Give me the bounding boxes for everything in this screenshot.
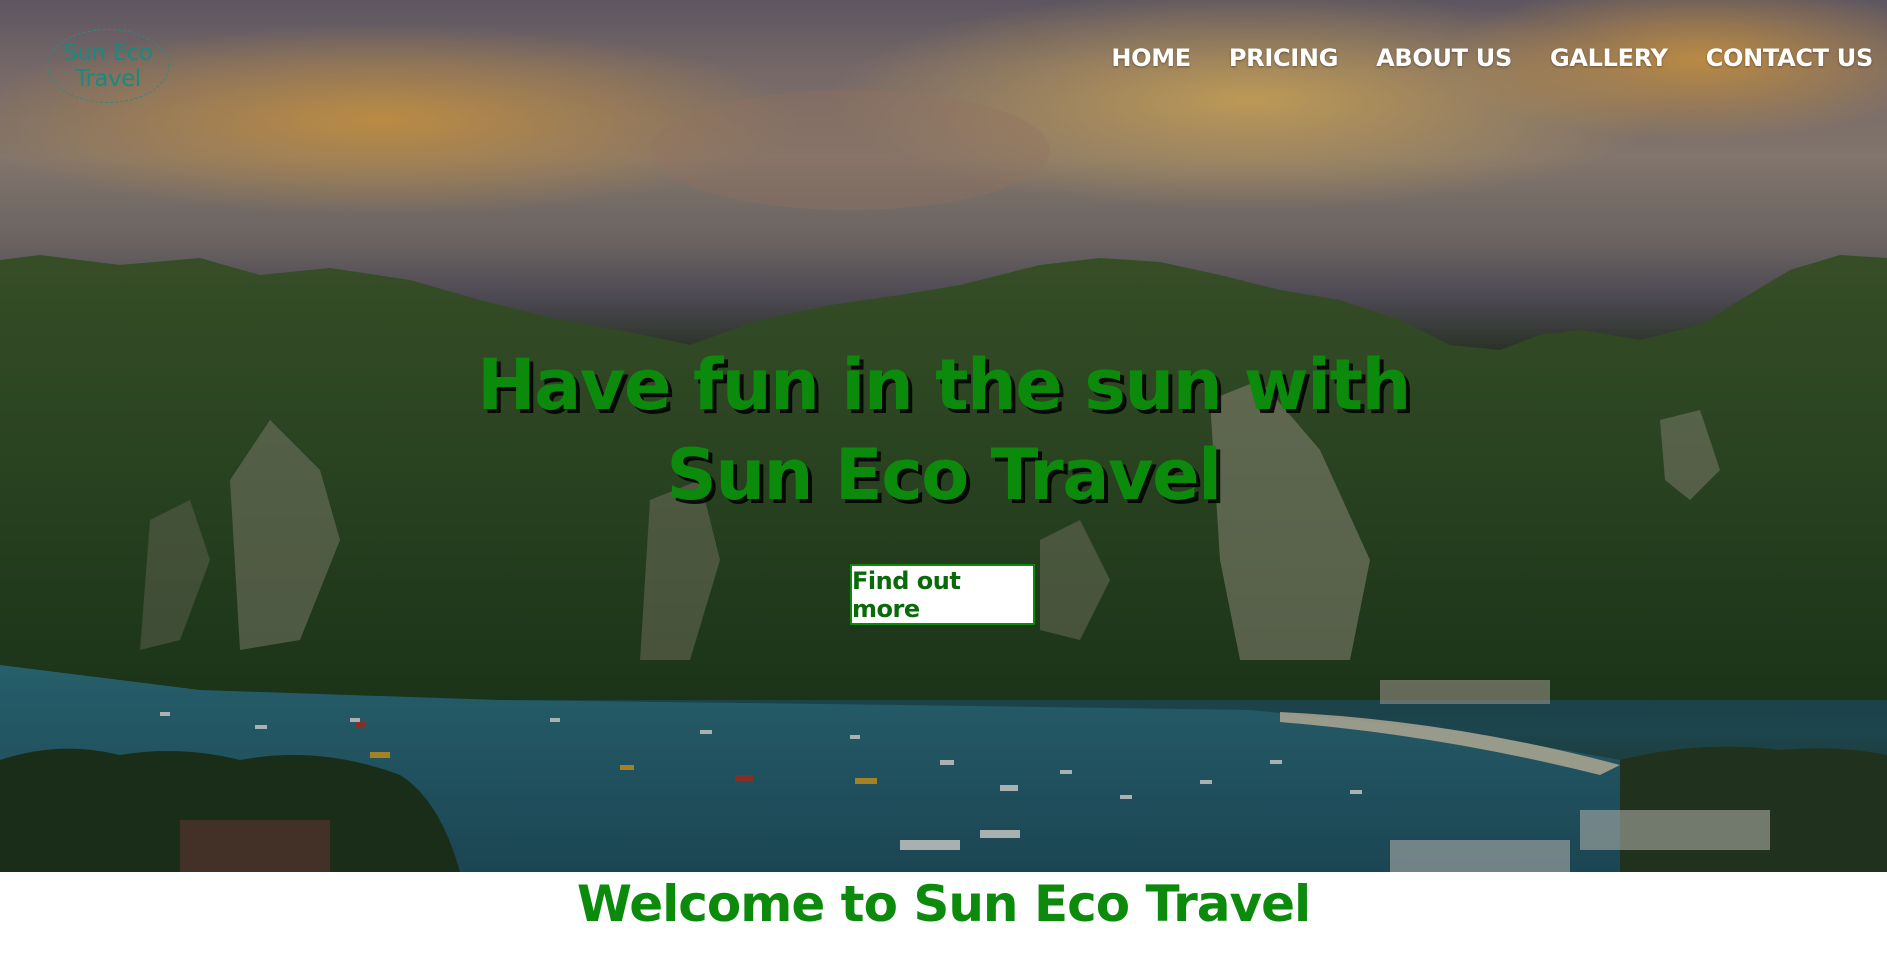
logo-line-1: Sun Eco (63, 40, 153, 66)
logo-line-2: Travel (75, 66, 141, 92)
welcome-heading: Welcome to Sun Eco Travel (576, 875, 1311, 933)
hero-headline-line-2: Sun Eco Travel (666, 434, 1222, 516)
nav-contact-us[interactable]: CONTACT US (1706, 44, 1874, 72)
nav-home[interactable]: HOME (1111, 44, 1191, 72)
site-logo[interactable]: Sun Eco Travel (47, 29, 169, 103)
nav-about-us[interactable]: ABOUT US (1376, 44, 1512, 72)
nav-gallery[interactable]: GALLERY (1550, 44, 1668, 72)
nav-pricing[interactable]: PRICING (1229, 44, 1339, 72)
hero-headline-line-1: Have fun in the sun with (477, 344, 1411, 426)
hero-headline: Have fun in the sun with Sun Eco Travel (0, 340, 1887, 520)
find-out-more-button[interactable]: Find out more (850, 564, 1035, 625)
main-nav: HOME PRICING ABOUT US GALLERY CONTACT US (1111, 44, 1873, 72)
